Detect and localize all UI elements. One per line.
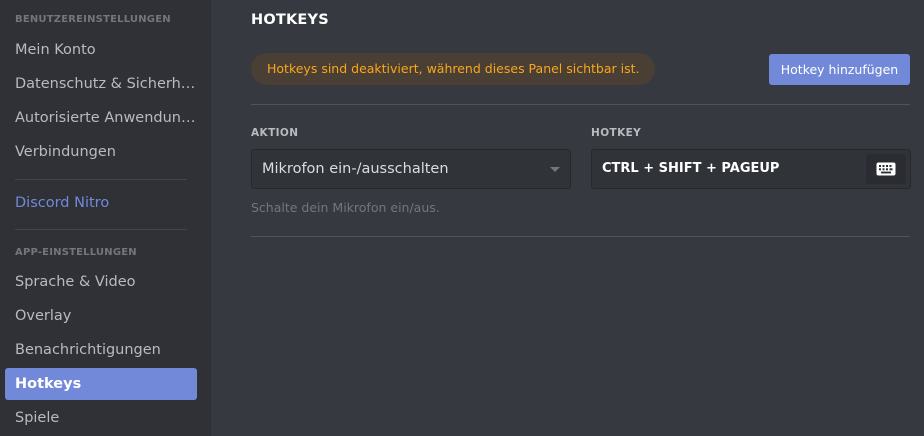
sidebar-item-hotkeys[interactable]: Hotkeys (5, 368, 197, 400)
hotkeys-disabled-notice: Hotkeys sind deaktiviert, während dieses… (251, 53, 655, 85)
sidebar-item-mein-konto[interactable]: Mein Konto (5, 34, 197, 66)
hotkey-column-label: HOTKEY (591, 127, 642, 139)
action-column-label: AKTION (251, 127, 299, 139)
sidebar-item-spiele[interactable]: Spiele (5, 402, 197, 434)
hotkeys-panel: HOTKEYS Hotkeys sind deaktiviert, währen… (211, 0, 924, 436)
hotkey-value: CTRL + SHIFT + PAGEUP (602, 161, 780, 176)
sidebar-item-sprache-video[interactable]: Sprache & Video (5, 266, 197, 298)
settings-window: BENUTZEREINSTELLUNGEN Mein Konto Datensc… (0, 0, 924, 436)
row-divider (251, 236, 910, 237)
chevron-down-icon (550, 167, 560, 172)
record-hotkey-button[interactable] (866, 154, 906, 184)
sidebar-item-benachrichtigungen[interactable]: Benachrichtigungen (5, 334, 197, 366)
section-divider (251, 104, 910, 105)
add-hotkey-button[interactable]: Hotkey hinzufügen (769, 54, 910, 85)
sidebar-item-verbindungen[interactable]: Verbindungen (5, 136, 197, 168)
sidebar-divider (15, 179, 187, 180)
hotkey-input[interactable]: CTRL + SHIFT + PAGEUP (591, 149, 911, 189)
user-settings-header: BENUTZEREINSTELLUNGEN (15, 14, 171, 25)
sidebar-item-autorisierte-anwendungen[interactable]: Autorisierte Anwendungen (5, 102, 197, 134)
hotkey-description: Schalte dein Mikrofon ein/aus. (251, 200, 440, 215)
sidebar-item-overlay[interactable]: Overlay (5, 300, 197, 332)
app-settings-header: APP-EINSTELLUNGEN (15, 247, 137, 258)
action-select-value: Mikrofon ein-/ausschalten (262, 161, 449, 177)
page-title: HOTKEYS (251, 12, 329, 28)
action-select[interactable]: Mikrofon ein-/ausschalten (251, 149, 571, 189)
sidebar-item-datenschutz[interactable]: Datenschutz & Sicherheit (5, 68, 197, 100)
keyboard-icon (876, 162, 896, 176)
sidebar-item-discord-nitro[interactable]: Discord Nitro (5, 187, 197, 219)
settings-sidebar: BENUTZEREINSTELLUNGEN Mein Konto Datensc… (0, 0, 211, 436)
sidebar-divider (15, 229, 187, 230)
